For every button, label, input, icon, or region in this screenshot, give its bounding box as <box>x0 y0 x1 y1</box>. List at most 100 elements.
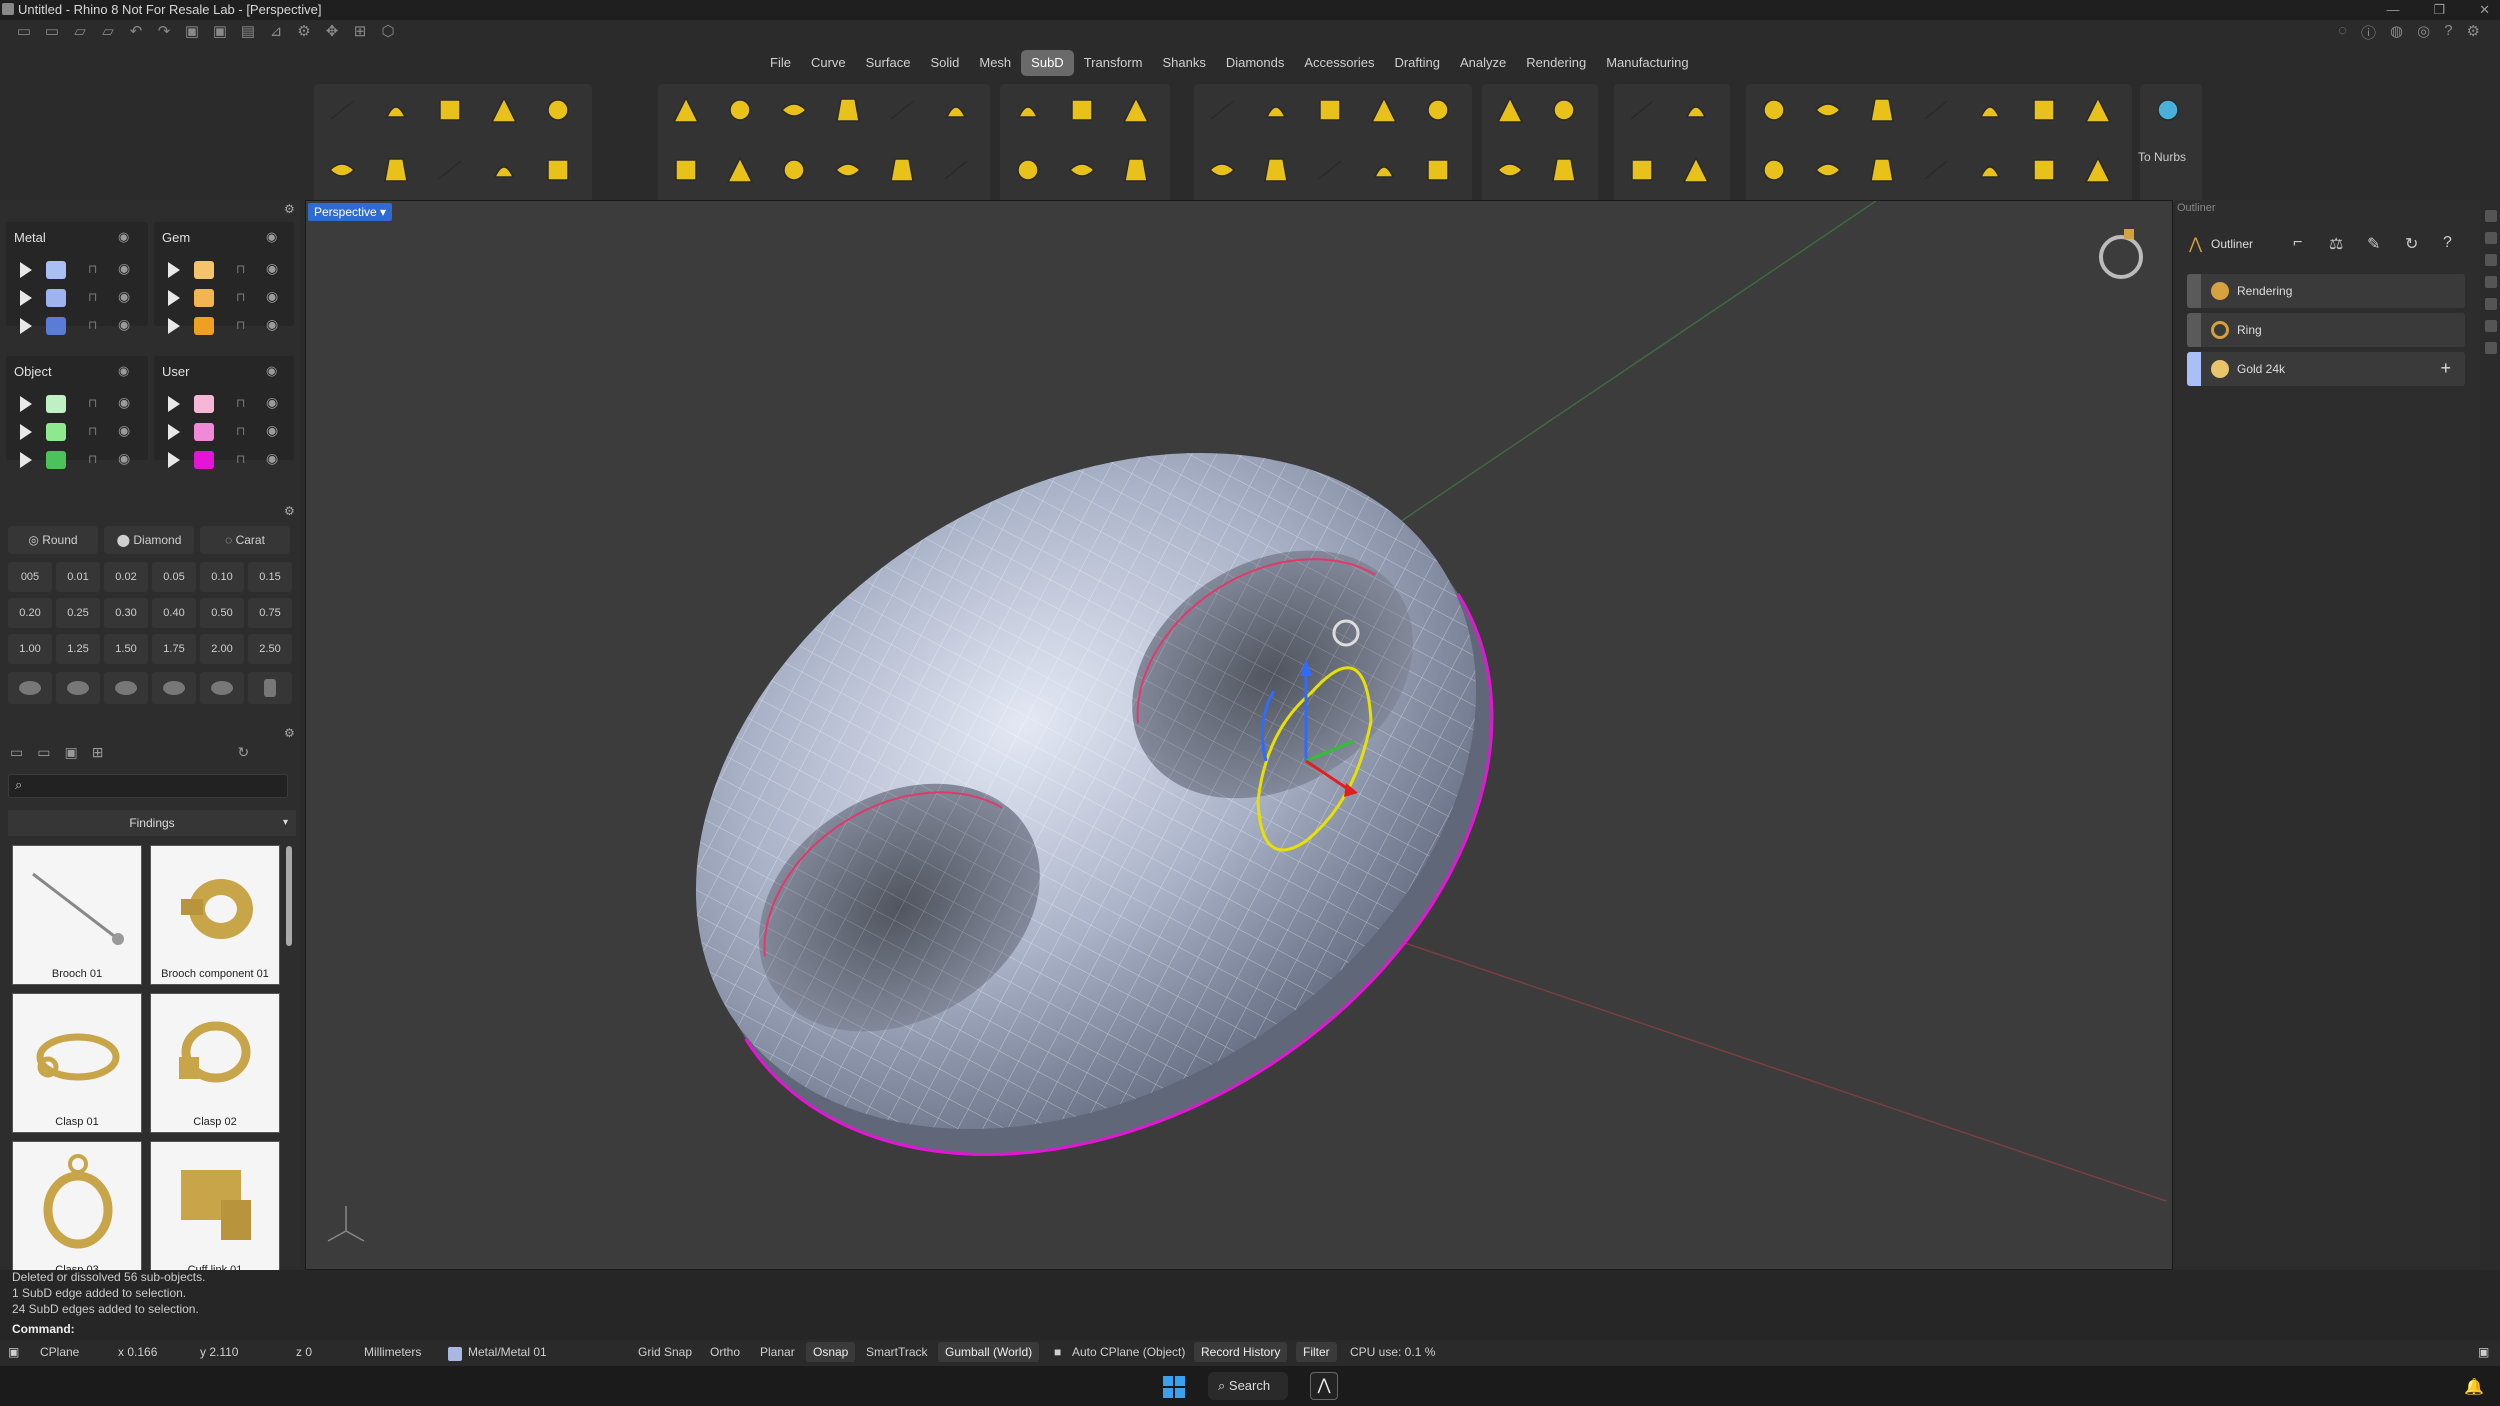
menu-curve[interactable]: Curve <box>801 50 856 76</box>
subd-tool-button[interactable] <box>1542 148 1586 192</box>
subd-tool-button[interactable] <box>1488 88 1532 132</box>
subd-tool-button[interactable] <box>374 148 418 192</box>
subd-tool-button[interactable] <box>2022 88 2066 132</box>
subd-tool-button[interactable] <box>2146 88 2190 132</box>
auto-cplane-toggle[interactable]: Auto CPlane (Object) <box>1072 1345 1185 1359</box>
expand-icon[interactable] <box>20 262 32 278</box>
lock-icon[interactable]: ⊓ <box>236 318 245 332</box>
subd-tool-button[interactable] <box>1968 148 2012 192</box>
layer-row[interactable]: ⊓ ◉ <box>154 286 294 310</box>
help-icon[interactable]: ? <box>2443 234 2452 252</box>
redo-icon[interactable]: ↷ <box>154 22 174 42</box>
gem-size-button[interactable]: 0.50 <box>200 598 244 628</box>
subd-tool-button[interactable] <box>1860 88 1904 132</box>
subd-shackle-object[interactable] <box>571 314 1617 1270</box>
visibility-icon[interactable]: ◉ <box>266 363 277 379</box>
subd-tool-button[interactable] <box>2022 148 2066 192</box>
subd-tool-button[interactable] <box>482 88 526 132</box>
gem-shape-cushion-icon[interactable] <box>104 672 148 704</box>
expand-icon[interactable] <box>168 262 180 278</box>
layer-row[interactable]: ⊓ ◉ <box>6 258 148 282</box>
display-tab-icon[interactable] <box>2485 276 2497 288</box>
gem-size-button[interactable]: 0.10 <box>200 562 244 592</box>
subd-tool-button[interactable] <box>1114 148 1158 192</box>
gem-size-button[interactable]: 1.75 <box>152 634 196 664</box>
library-search-input[interactable]: ⌕ <box>8 774 288 798</box>
grid-view-icon[interactable]: ⊞ <box>92 744 104 761</box>
library-item[interactable]: Clasp 02 <box>150 993 280 1133</box>
add-folder-icon[interactable]: ▭ <box>37 744 50 761</box>
viewport-scene[interactable] <box>306 201 2173 1270</box>
subd-tool-button[interactable] <box>1620 148 1664 192</box>
smarttrack-toggle[interactable]: SmartTrack <box>866 1345 928 1359</box>
eye-icon[interactable]: ◉ <box>266 394 278 411</box>
subd-tool-button[interactable] <box>718 88 762 132</box>
layer-color-swatch[interactable] <box>46 451 66 469</box>
record-history-toggle[interactable]: Record History <box>1194 1342 1288 1362</box>
subd-tool-button[interactable] <box>1620 88 1664 132</box>
subd-tool-button[interactable] <box>1060 148 1104 192</box>
lock-icon[interactable]: ⊓ <box>236 452 245 466</box>
layers-tab-icon[interactable] <box>2485 232 2497 244</box>
subd-tool-button[interactable] <box>1308 88 1352 132</box>
lock-icon[interactable]: ⊓ <box>88 396 97 410</box>
subd-tool-button[interactable] <box>1254 88 1298 132</box>
visibility-icon[interactable]: ◉ <box>118 229 129 245</box>
open-icon[interactable]: ▱ <box>70 22 90 42</box>
subd-tool-button[interactable] <box>826 148 870 192</box>
undo-icon[interactable]: ↶ <box>126 22 146 42</box>
ortho-toggle[interactable]: Ortho <box>710 1345 740 1359</box>
gem-shape-oval-icon[interactable] <box>56 672 100 704</box>
subd-tool-button[interactable] <box>772 148 816 192</box>
library-icon[interactable]: ◍ <box>2390 22 2403 43</box>
lock-icon[interactable]: ⊓ <box>236 290 245 304</box>
tool-icon-d[interactable]: ⊞ <box>350 22 370 42</box>
subd-tool-button[interactable] <box>1006 88 1050 132</box>
lock-icon[interactable]: ⊓ <box>236 262 245 276</box>
outliner-item-rendering[interactable]: Rendering <box>2187 274 2465 308</box>
image-icon[interactable]: ▣ <box>64 744 77 761</box>
expand-icon[interactable] <box>168 396 180 412</box>
subd-tool-button[interactable] <box>1674 88 1718 132</box>
menu-drafting[interactable]: Drafting <box>1384 50 1450 76</box>
gumball-toggle[interactable]: Gumball (World) <box>938 1342 1040 1362</box>
layer-color-swatch[interactable] <box>194 289 214 307</box>
subd-tool-button[interactable] <box>880 148 924 192</box>
subd-tool-button[interactable] <box>1362 148 1406 192</box>
subd-tool-button[interactable] <box>1114 88 1158 132</box>
outliner-item-ring[interactable]: Ring <box>2187 313 2465 347</box>
save-as-icon[interactable]: ▣ <box>210 22 230 42</box>
sync-icon[interactable]: ◎ <box>2417 22 2430 43</box>
menu-mesh[interactable]: Mesh <box>969 50 1021 76</box>
layer-row[interactable]: ⊓ ◉ <box>6 286 148 310</box>
tool-icon-b[interactable]: ⚙ <box>294 22 314 42</box>
panel-settings-icon[interactable]: ⚙ <box>284 726 295 740</box>
edit-icon[interactable]: ✎ <box>2367 234 2380 254</box>
layer-row[interactable]: ⊓ ◉ <box>6 392 148 416</box>
outliner-tab[interactable]: Outliner <box>2211 237 2253 251</box>
folder-icon[interactable]: ▭ <box>10 744 23 761</box>
subd-tool-button[interactable] <box>1362 88 1406 132</box>
expand-icon[interactable] <box>20 396 32 412</box>
tool-icon-e[interactable]: ⬡ <box>378 22 398 42</box>
balance-icon[interactable]: ⚖ <box>2329 234 2343 254</box>
menu-rendering[interactable]: Rendering <box>1516 50 1596 76</box>
layer-row[interactable]: ⊓ ◉ <box>6 314 148 338</box>
subd-tool-button[interactable] <box>1488 148 1532 192</box>
properties-tab-icon[interactable] <box>2485 254 2497 266</box>
subd-tool-button[interactable] <box>320 88 364 132</box>
library-item[interactable]: Brooch component 01 <box>150 845 280 985</box>
grid-snap-toggle[interactable]: Grid Snap <box>638 1345 692 1359</box>
subd-tool-button[interactable] <box>536 148 580 192</box>
gem-size-button[interactable]: 0.05 <box>152 562 196 592</box>
layer-color-swatch[interactable] <box>46 261 66 279</box>
settings-icon[interactable] <box>2485 210 2497 222</box>
subd-tool-button[interactable] <box>320 148 364 192</box>
eye-icon[interactable]: ◉ <box>118 394 130 411</box>
lock-icon[interactable]: ⊓ <box>88 290 97 304</box>
menu-analyze[interactable]: Analyze <box>1450 50 1516 76</box>
subd-tool-button[interactable] <box>718 148 762 192</box>
layer-row[interactable]: ⊓ ◉ <box>154 314 294 338</box>
add-icon[interactable]: + <box>2440 358 2451 379</box>
subd-tool-button[interactable] <box>664 148 708 192</box>
